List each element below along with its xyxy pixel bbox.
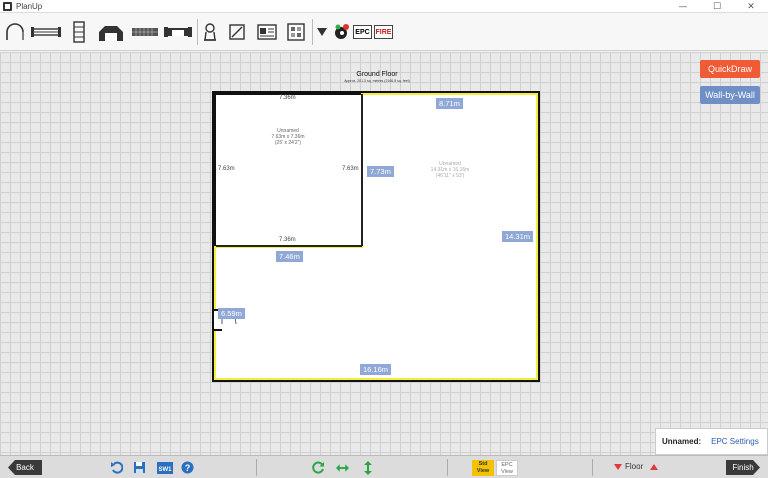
flip-horizontal-icon[interactable] <box>336 461 349 474</box>
std-view-line1: Std <box>478 461 488 467</box>
fire-button[interactable]: FIRE <box>374 25 393 39</box>
toolbar: EPC FIRE <box>0 13 768 51</box>
room1-right-dim: 7.63m <box>342 166 359 172</box>
floor-up-icon[interactable] <box>650 464 658 470</box>
wall-by-wall-button[interactable]: Wall-by-Wall <box>700 86 760 104</box>
help-icon[interactable]: ? <box>181 461 194 474</box>
door-icon[interactable] <box>68 19 90 45</box>
arc-wall-icon[interactable] <box>4 19 26 45</box>
epc-button[interactable]: EPC <box>353 25 372 39</box>
epc-view-line2: View <box>501 469 513 475</box>
room2-size-ft: (46'11" x 53') <box>435 173 465 179</box>
colour-palette-icon[interactable] <box>333 19 351 45</box>
room1-size-ft: (25' x 24'2") <box>274 140 302 146</box>
window-title: PlanUp <box>16 1 43 11</box>
room1-left-dim: 7.63m <box>218 166 235 172</box>
wall-tag-bottom[interactable]: 16.16m <box>360 364 392 375</box>
save-icon[interactable] <box>133 461 146 474</box>
quickdraw-button[interactable]: QuickDraw <box>700 60 760 78</box>
finish-button[interactable]: Finish <box>726 460 760 475</box>
wall-tag-top[interactable]: 8.71m <box>436 98 463 109</box>
dropdown-icon[interactable] <box>315 19 329 45</box>
minimize-button[interactable]: — <box>666 0 700 13</box>
title-bar: PlanUp — ☐ ✕ <box>0 0 768 13</box>
std-view-line2: View <box>476 468 490 474</box>
window-icon[interactable] <box>30 19 62 45</box>
sw1-icon[interactable]: SW1 <box>156 461 173 474</box>
room1-bottom-dim: 7.36m <box>279 237 296 243</box>
epc-panel: Unnamed: EPC Settings <box>655 428 768 455</box>
back-button[interactable]: Back <box>8 460 42 475</box>
sw1-label: SW1 <box>158 467 172 473</box>
wall-tag-middle-vertical[interactable]: 7.73m <box>367 166 394 177</box>
epc-view-line1: EPC <box>501 462 513 468</box>
wall-tag-left[interactable]: 6.59m <box>218 308 245 319</box>
drawing-canvas[interactable]: Ground Floor Approx. 201.3 sq. metres (2… <box>0 52 768 455</box>
room2-label[interactable]: Unnamed 14.31m x 16.16m (46'11" x 53') <box>418 161 482 179</box>
floor-label: Floor <box>625 462 644 471</box>
room1-label[interactable]: Unnamed 7.63m x 7.36m (25' x 24'2") <box>258 128 318 146</box>
epc-view-toggle[interactable]: EPC View <box>496 460 518 476</box>
maximize-button[interactable]: ☐ <box>700 0 734 13</box>
window-controls: — ☐ ✕ <box>666 0 768 13</box>
flip-vertical-icon[interactable] <box>361 460 374 475</box>
app-logo-icon <box>3 1 12 11</box>
room-photo-icon[interactable] <box>284 19 308 45</box>
wall-tag-middle-horizontal[interactable]: 7.46m <box>276 251 303 262</box>
undo-icon[interactable] <box>110 461 123 474</box>
stairs-icon[interactable] <box>96 19 126 45</box>
selected-room-name: Unnamed: <box>662 437 702 446</box>
bottom-bar: Back SW1 ? Std View EPC View Floor Finis… <box>0 455 768 478</box>
floor-down-icon[interactable] <box>614 464 622 470</box>
close-button[interactable]: ✕ <box>734 0 768 13</box>
wall-tag-right[interactable]: 14.31m <box>502 231 534 242</box>
rotate-icon[interactable] <box>312 461 325 474</box>
floor-surface-icon[interactable] <box>255 19 279 45</box>
std-view-toggle[interactable]: Std View <box>472 460 494 476</box>
bay-window-icon[interactable] <box>130 19 160 45</box>
fireplace-icon[interactable] <box>201 19 219 45</box>
room1-top-dim: 7.36m <box>279 95 296 101</box>
epc-settings-link[interactable]: EPC Settings <box>711 437 759 446</box>
svg-text:?: ? <box>185 463 191 473</box>
boiler-icon[interactable] <box>226 19 248 45</box>
radiator-icon[interactable] <box>164 19 192 45</box>
floor-plan[interactable] <box>0 52 768 455</box>
